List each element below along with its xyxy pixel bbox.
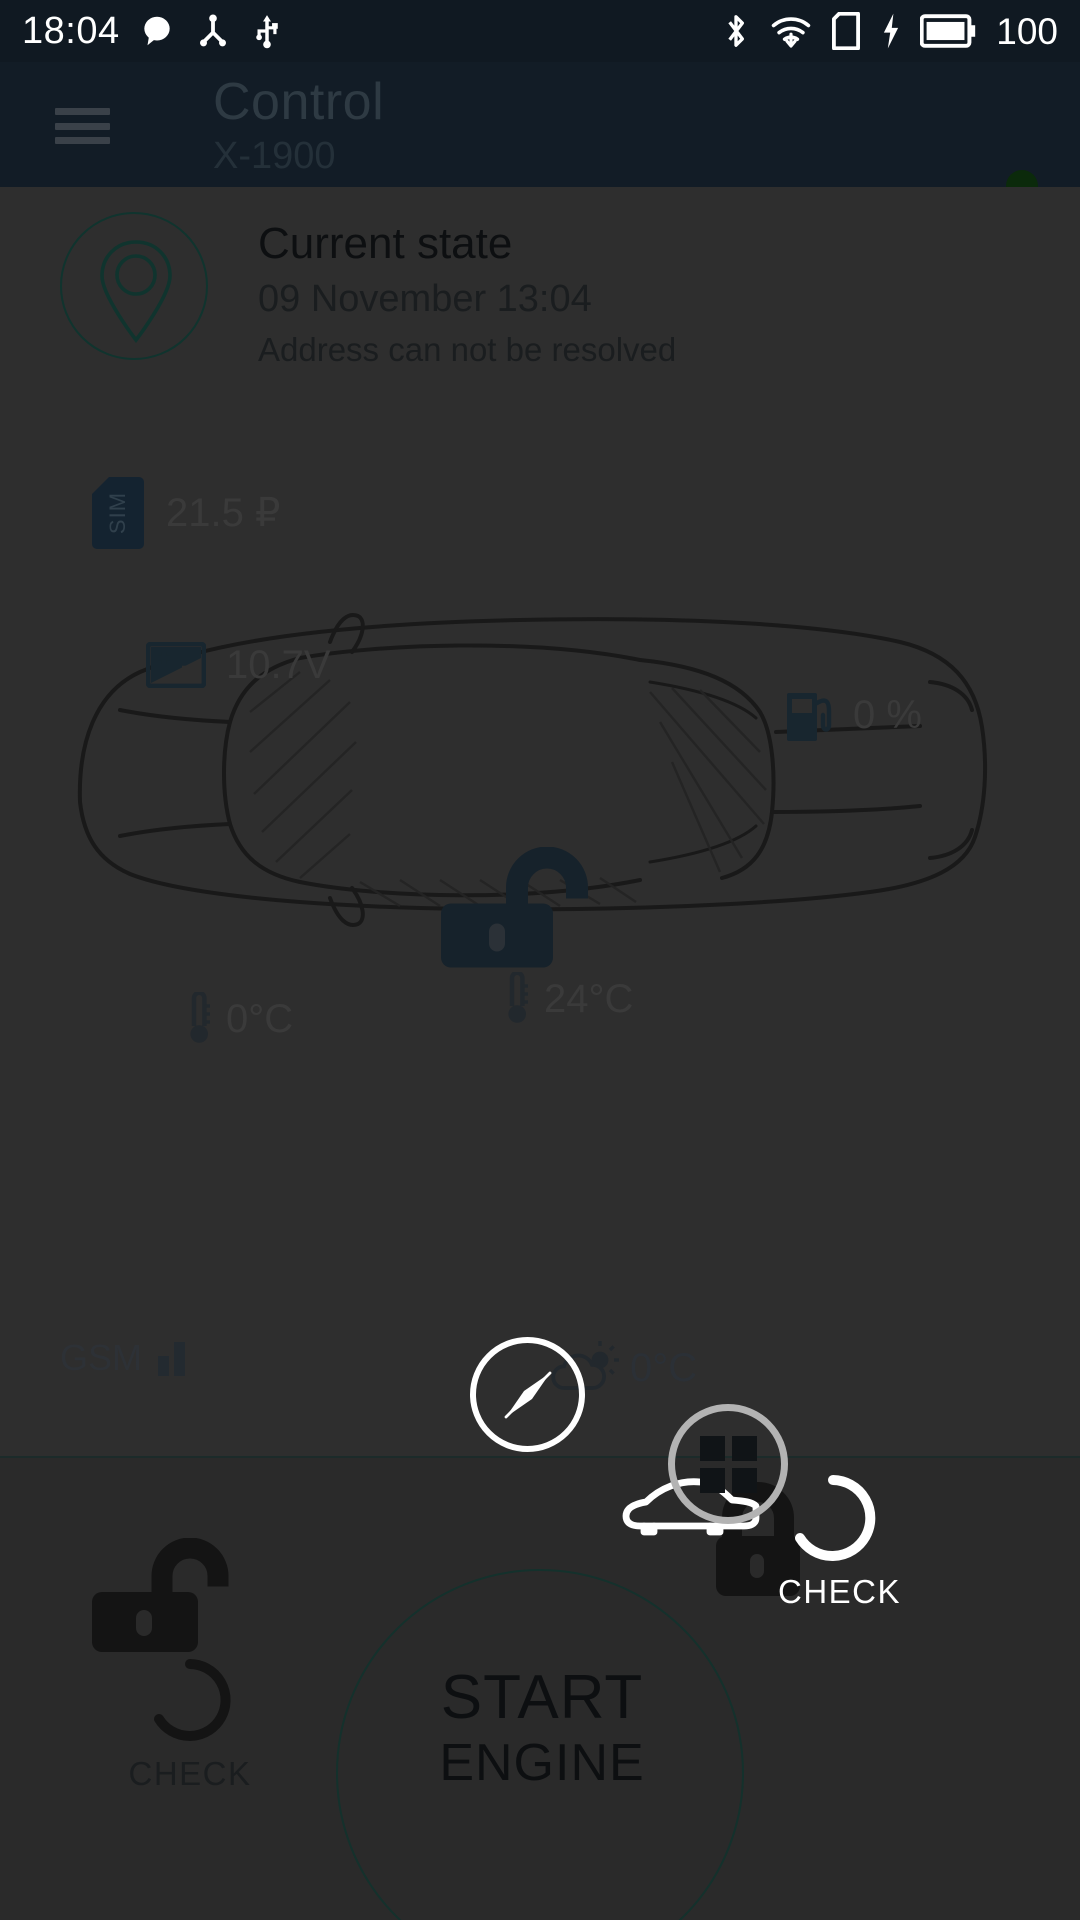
compass-navigation-icon[interactable] [470, 1337, 585, 1452]
check-label-right: CHECK [778, 1573, 902, 1610]
status-bar: 18:04 100 [0, 0, 1080, 62]
current-state-title: Current state [258, 219, 513, 268]
unlock-button[interactable] [88, 1537, 258, 1661]
thermometer-icon [190, 992, 210, 1043]
bottom-control-bar: START ENGINE CHECK [0, 1458, 1080, 1920]
status-bar-left: 18:04 [22, 12, 284, 50]
usb-icon [255, 15, 278, 49]
sim-card-label: SIM [105, 491, 130, 535]
grid-squares [699, 1435, 757, 1493]
message-icon [143, 16, 170, 46]
main-content: Current state 09 November 13:04 Address … [0, 187, 1080, 1457]
grid-apps-icon[interactable] [668, 1404, 788, 1524]
location-pin-icon [60, 212, 208, 360]
current-state-block[interactable]: Current state 09 November 13:04 Address … [0, 187, 1080, 387]
device-name-label: X-1900 [213, 135, 336, 178]
check-button-right[interactable]: CHECK [778, 1472, 902, 1611]
hamburger-menu-icon[interactable] [55, 108, 110, 144]
sd-card-icon [832, 12, 861, 50]
app-screen: 18:04 100 Control X-1900 Current state 0… [0, 0, 1080, 1920]
wifi-download-icon [772, 17, 811, 48]
status-bar-right: 100 [720, 12, 1058, 50]
inside-temperature-row: 24°C [500, 972, 633, 1026]
gsm-label: GSM [60, 1337, 143, 1378]
battery-voltage-row: 10.7V [146, 642, 331, 688]
current-state-datetime: 09 November 13:04 [258, 277, 592, 320]
weather-temperature-value: 0°C [630, 1345, 698, 1390]
current-state-texts: Current state 09 November 13:04 Address … [258, 219, 676, 370]
loading-spinner-icon [795, 1475, 876, 1561]
status-bar-clock: 18:04 [22, 10, 120, 52]
app-bar: Control X-1900 [0, 62, 1080, 202]
gsm-signal-row: GSM [60, 1337, 186, 1378]
unlocked-padlock-icon [437, 846, 617, 977]
usb-debug-icon [199, 14, 226, 47]
page-title: Control [213, 73, 385, 131]
outside-temperature-row: 0°C [182, 992, 293, 1046]
battery-voltage-value: 10.7V [226, 642, 331, 687]
fuel-level-row: 0 % [785, 687, 922, 743]
sim-card-icon: SIM [92, 477, 144, 549]
check-label-left: CHECK [128, 1755, 252, 1792]
app-bar-titles: Control X-1900 [213, 73, 385, 179]
check-button-left[interactable]: CHECK [105, 1656, 275, 1793]
signal-bars-icon [158, 1340, 186, 1376]
bluetooth-icon [728, 15, 745, 47]
thermometer-icon [508, 972, 528, 1023]
sim-balance-row[interactable]: SIM 21.5 ₽ [92, 477, 280, 549]
car-battery-icon [146, 642, 206, 688]
inside-temperature-value: 24°C [544, 976, 634, 1021]
start-engine-button[interactable]: START ENGINE [336, 1569, 744, 1920]
outside-temperature-value: 0°C [226, 996, 294, 1041]
fuel-pump-icon [787, 693, 832, 741]
fuel-level-value: 0 % [853, 692, 922, 737]
start-engine-line2: ENGINE [439, 1734, 645, 1792]
battery-icon [920, 14, 976, 48]
sim-balance-value: 21.5 ₽ [166, 491, 281, 535]
charging-bolt-icon [884, 13, 899, 49]
start-engine-label: START ENGINE [338, 1663, 746, 1792]
start-engine-line1: START [440, 1663, 644, 1732]
current-state-address: Address can not be resolved [258, 331, 677, 369]
battery-percent-label: 100 [996, 10, 1058, 52]
loading-spinner-icon [154, 1659, 231, 1741]
